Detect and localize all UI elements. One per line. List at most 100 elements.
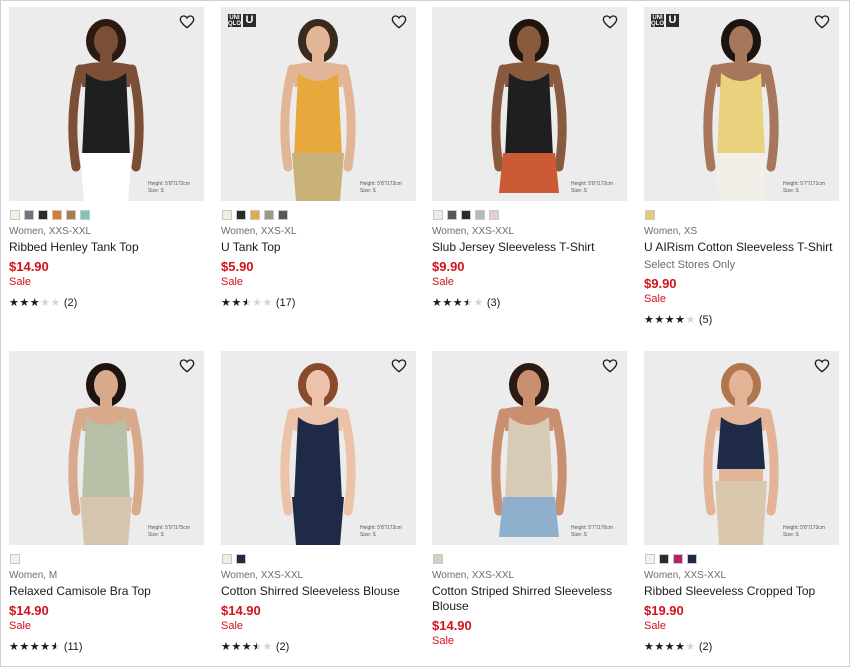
color-swatch[interactable]	[475, 210, 485, 220]
product-card[interactable]: UNI QLO U Height: 5'7"/171cm Size: S Women,…	[644, 7, 839, 327]
product-image[interactable]: Height: 5'8"/173cm Size: S	[221, 351, 416, 545]
review-count: (2)	[275, 641, 290, 653]
star-rating[interactable]: ★★★★★★★★★★(2)	[221, 641, 289, 653]
product-image[interactable]: Height: 5'8"/172cm Size: S	[432, 7, 627, 201]
sale-label: Sale	[644, 293, 667, 305]
product-name[interactable]: Slub Jersey Sleeveless T-Shirt	[432, 240, 627, 255]
wishlist-heart-icon[interactable]	[179, 14, 195, 30]
product-card[interactable]: Height: 5'7"/170cm Size: S Women, XXS-XXL…	[432, 351, 627, 667]
review-count: (11)	[63, 641, 83, 653]
product-card[interactable]: Height: 5'8"/172cm Size: S Women, XXS-XXL…	[432, 7, 627, 327]
product-card[interactable]: Height: 5'8"/173cm Size: S Women, XXS-XXL…	[644, 351, 839, 667]
product-name[interactable]: Ribbed Sleeveless Cropped Top	[644, 584, 839, 599]
uniqlo-u-badge: UNI QLO U	[651, 14, 679, 27]
product-name[interactable]: Cotton Shirred Sleeveless Blouse	[221, 584, 416, 599]
product-name[interactable]: Cotton Striped Shirred Sleeveless Blouse	[432, 584, 627, 614]
product-card[interactable]: Height: 5'8"/172cm Size: S Women, XXS-XXL…	[9, 7, 204, 327]
wishlist-heart-icon[interactable]	[179, 358, 195, 374]
product-card[interactable]: UNI QLO U Height: 5'8"/173cm Size: S Women,…	[221, 7, 416, 327]
wishlist-heart-icon[interactable]	[391, 358, 407, 374]
review-count: (17)	[275, 297, 296, 309]
model-height-note: Height: 5'8"/173cm Size: S	[360, 181, 402, 194]
color-swatch[interactable]	[250, 210, 260, 220]
color-swatch[interactable]	[222, 554, 232, 564]
uniqlo-logo: UNI QLO	[651, 14, 664, 27]
color-swatch[interactable]	[236, 554, 246, 564]
model-height-note: Height: 5'9"/175cm Size: S	[148, 525, 190, 538]
sale-label: Sale	[221, 620, 244, 632]
sale-label: Sale	[9, 620, 32, 632]
product-image[interactable]: UNI QLO U Height: 5'7"/171cm Size: S	[644, 7, 839, 201]
color-swatch[interactable]	[673, 554, 683, 564]
model-height-note: Height: 5'8"/173cm Size: S	[360, 525, 402, 538]
color-swatch[interactable]	[645, 554, 655, 564]
color-swatch[interactable]	[24, 210, 34, 220]
wishlist-heart-icon[interactable]	[602, 14, 618, 30]
wishlist-heart-icon[interactable]	[814, 358, 830, 374]
product-price: $14.90	[9, 603, 49, 618]
model-height-note: Height: 5'8"/172cm Size: S	[148, 181, 190, 194]
color-swatch[interactable]	[38, 210, 48, 220]
star-rating[interactable]: ★★★★★★★★★★(5)	[644, 314, 712, 326]
rating-stars: ★★★★★★★★★★	[9, 297, 61, 309]
color-swatch[interactable]	[52, 210, 62, 220]
color-swatch[interactable]	[80, 210, 90, 220]
uniqlo-u-badge: UNI QLO U	[228, 14, 256, 27]
star-rating[interactable]: ★★★★★★★★★★(11)	[9, 641, 83, 653]
color-swatch[interactable]	[447, 210, 457, 220]
product-image[interactable]: Height: 5'7"/170cm Size: S	[432, 351, 627, 545]
color-swatch[interactable]	[236, 210, 246, 220]
wishlist-heart-icon[interactable]	[602, 358, 618, 374]
product-image[interactable]: UNI QLO U Height: 5'8"/173cm Size: S	[221, 7, 416, 201]
color-swatches	[222, 554, 246, 564]
product-card[interactable]: Height: 5'9"/175cm Size: S Women, M Relaxe…	[9, 351, 204, 667]
product-gender-size: Women, M	[9, 570, 58, 581]
star-rating[interactable]: ★★★★★★★★★★(3)	[432, 297, 500, 309]
star-rating[interactable]: ★★★★★★★★★★(2)	[9, 297, 77, 309]
color-swatches	[10, 554, 20, 564]
product-image[interactable]: Height: 5'8"/173cm Size: S	[644, 351, 839, 545]
color-swatches	[222, 210, 288, 220]
product-gender-size: Women, XXS-XXL	[9, 226, 92, 237]
color-swatch[interactable]	[66, 210, 76, 220]
color-swatch[interactable]	[264, 210, 274, 220]
product-price: $5.90	[221, 259, 254, 274]
wishlist-heart-icon[interactable]	[391, 14, 407, 30]
color-swatch[interactable]	[461, 210, 471, 220]
rating-stars: ★★★★★★★★★★	[644, 314, 696, 326]
product-name[interactable]: Relaxed Camisole Bra Top	[9, 584, 204, 599]
wishlist-heart-icon[interactable]	[814, 14, 830, 30]
product-image[interactable]: Height: 5'8"/172cm Size: S	[9, 7, 204, 201]
product-name[interactable]: Ribbed Henley Tank Top	[9, 240, 204, 255]
color-swatch[interactable]	[10, 210, 20, 220]
color-swatches	[645, 554, 697, 564]
product-gender-size: Women, XXS-XXL	[432, 570, 515, 581]
product-gender-size: Women, XS	[644, 226, 698, 237]
color-swatch[interactable]	[222, 210, 232, 220]
star-rating[interactable]: ★★★★★★★★★★(17)	[221, 297, 295, 309]
rating-stars: ★★★★★★★★★★	[432, 297, 484, 309]
product-name[interactable]: U AIRism Cotton Sleeveless T-Shirt	[644, 240, 839, 255]
color-swatch[interactable]	[10, 554, 20, 564]
model-figure	[491, 363, 567, 537]
color-swatch[interactable]	[645, 210, 655, 220]
model-height-note: Height: 5'8"/172cm Size: S	[571, 181, 613, 194]
color-swatches	[645, 210, 655, 220]
color-swatch[interactable]	[433, 210, 443, 220]
product-card[interactable]: Height: 5'8"/173cm Size: S Women, XXS-XXL…	[221, 351, 416, 667]
color-swatches	[433, 554, 443, 564]
product-price: $14.90	[9, 259, 49, 274]
sale-label: Sale	[644, 620, 667, 632]
color-swatch[interactable]	[659, 554, 669, 564]
product-image[interactable]: Height: 5'9"/175cm Size: S	[9, 351, 204, 545]
color-swatch[interactable]	[489, 210, 499, 220]
u-logo: U	[666, 14, 679, 27]
color-swatch[interactable]	[687, 554, 697, 564]
color-swatch[interactable]	[278, 210, 288, 220]
color-swatch[interactable]	[433, 554, 443, 564]
star-rating[interactable]: ★★★★★★★★★★(2)	[644, 641, 712, 653]
model-figure	[68, 363, 144, 545]
sale-label: Sale	[9, 276, 32, 288]
product-name[interactable]: U Tank Top	[221, 240, 416, 255]
color-swatches	[10, 210, 90, 220]
